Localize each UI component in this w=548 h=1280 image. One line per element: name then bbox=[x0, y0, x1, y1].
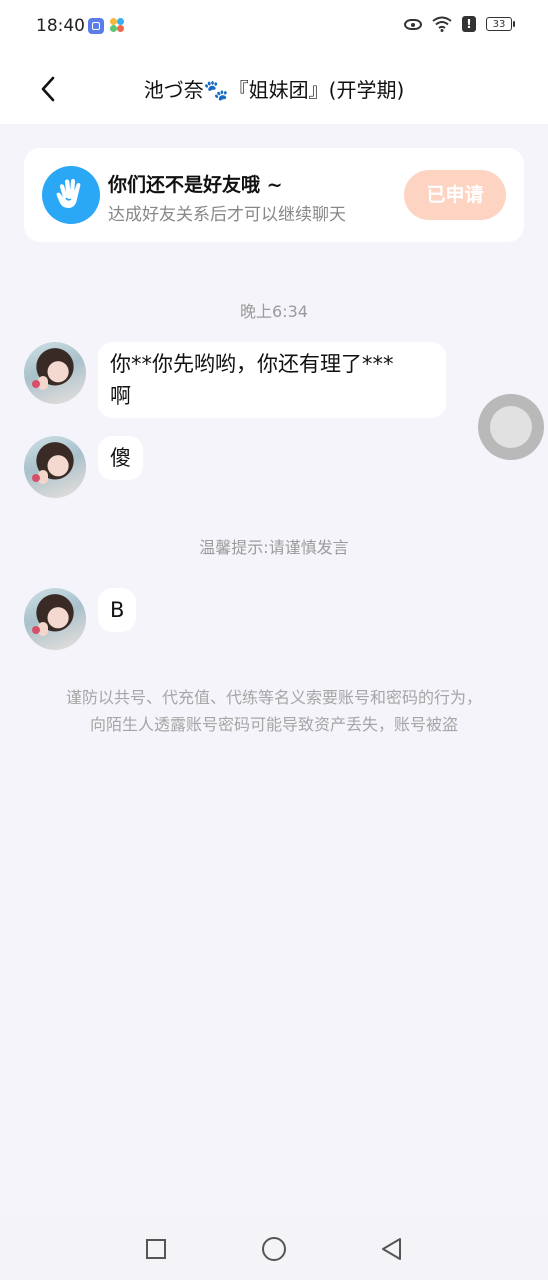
applied-button[interactable]: 已申请 bbox=[404, 170, 506, 220]
avatar[interactable] bbox=[24, 588, 86, 650]
wifi-icon bbox=[432, 16, 452, 32]
alert-icon: ! bbox=[462, 16, 476, 32]
navigation-bar: 池づ奈🐾『姐妹团』(开学期) bbox=[0, 56, 548, 124]
security-warning-line: 向陌生人透露账号密码可能导致资产丢失，账号被盗 bbox=[89, 715, 458, 734]
back-button[interactable] bbox=[30, 70, 70, 110]
home-button[interactable] bbox=[262, 1237, 286, 1261]
message-bubble[interactable]: 傻 bbox=[98, 436, 143, 480]
status-time: 18:40 bbox=[36, 16, 85, 36]
avatar[interactable] bbox=[24, 436, 86, 498]
system-navigation-bar bbox=[0, 1218, 548, 1280]
security-warning: 谨防以共号、代充值、代练等名义索要账号和密码的行为， 向陌生人透露账号密码可能导… bbox=[40, 684, 508, 738]
app-notification-icon-2 bbox=[110, 18, 124, 32]
friend-notice-subtitle: 达成好友关系后才可以继续聊天 bbox=[108, 205, 346, 225]
security-warning-line: 谨防以共号、代充值、代练等名义索要账号和密码的行为， bbox=[65, 688, 482, 707]
recent-apps-button[interactable] bbox=[146, 1239, 166, 1259]
floating-assistive-button[interactable] bbox=[478, 394, 544, 460]
chat-hint: 温馨提示:请谨慎发言 bbox=[199, 538, 349, 557]
status-bar: 18:40 ! 33 bbox=[0, 0, 548, 56]
friend-notice-title: 你们还不是好友哦 ~ bbox=[108, 174, 283, 196]
message-timestamp: 晚上6:34 bbox=[240, 302, 308, 321]
back-arrow-icon bbox=[41, 76, 55, 102]
battery-icon: 33 bbox=[486, 17, 515, 31]
chat-title: 池づ奈🐾『姐妹团』(开学期) bbox=[143, 78, 405, 102]
message-bubble[interactable]: B bbox=[98, 588, 137, 632]
app-notification-icon bbox=[88, 18, 104, 34]
back-nav-button[interactable] bbox=[380, 1237, 404, 1261]
message-bubble[interactable]: 你**你先哟哟，你还有理了*** 啊 bbox=[98, 342, 446, 418]
eye-icon bbox=[404, 18, 422, 30]
friend-notice-card: 你们还不是好友哦 ~ 达成好友关系后才可以继续聊天 已申请 bbox=[24, 148, 524, 242]
avatar[interactable] bbox=[24, 342, 86, 404]
wave-hand-icon bbox=[42, 166, 100, 224]
